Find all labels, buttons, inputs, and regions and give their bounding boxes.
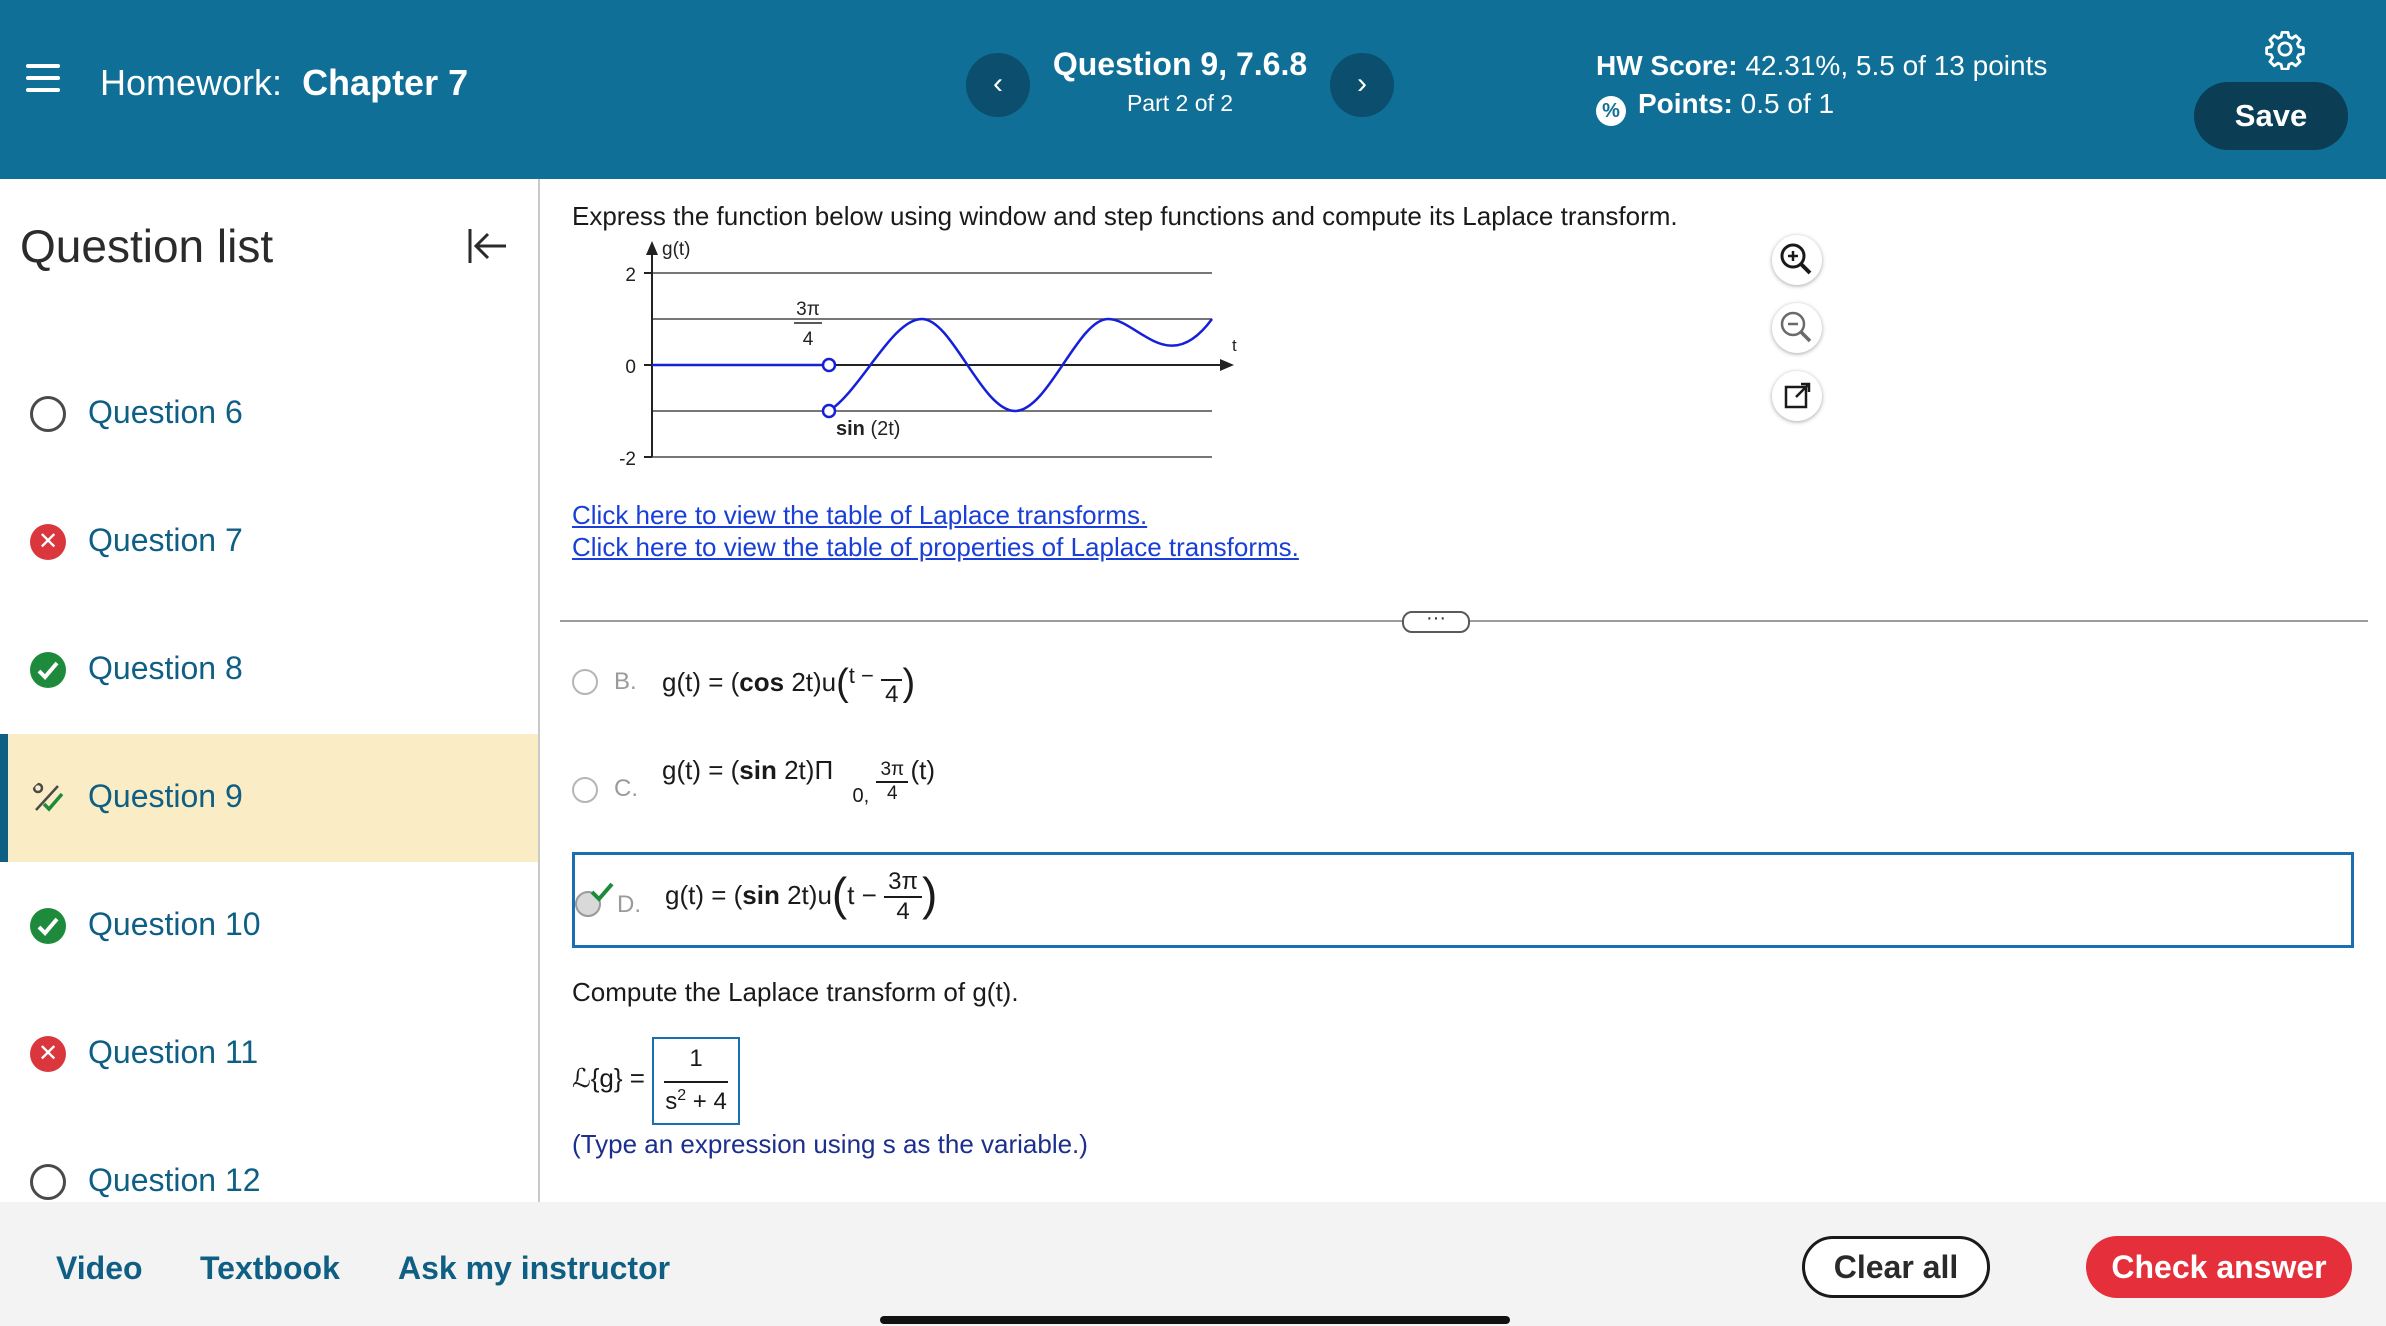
question-item-11[interactable]: ✕ Question 11	[0, 990, 538, 1118]
correct-icon	[30, 652, 66, 688]
collapse-panel-icon[interactable]	[462, 221, 512, 271]
question-item-10[interactable]: Question 10	[0, 862, 538, 990]
points-label: Points:	[1638, 88, 1733, 119]
question-label: Question 9	[88, 778, 243, 814]
laplace-label: ℒ{g} =	[572, 1063, 645, 1093]
answer-input[interactable]: 1 s2 + 4	[652, 1037, 740, 1125]
textbook-link[interactable]: Textbook	[200, 1250, 340, 1287]
hw-score: HW Score: 42.31%, 5.5 of 13 points	[1596, 50, 2047, 82]
question-item-6[interactable]: Question 6	[0, 350, 538, 478]
incorrect-icon: ✕	[30, 1036, 66, 1072]
zoom-in-icon[interactable]	[1772, 235, 1822, 285]
option-c[interactable]: C. g(t) = (sin 2t)Π 0, 3π 4 (t)	[572, 755, 2354, 835]
next-question-button[interactable]: ›	[1330, 53, 1394, 117]
open-new-window-icon[interactable]	[1772, 371, 1822, 421]
partial-credit-icon: %	[1596, 96, 1626, 126]
points: % Points: 0.5 of 1	[1596, 88, 1834, 126]
question-label: Question 6	[88, 394, 243, 430]
answer-denominator: s2 + 4	[665, 1087, 727, 1115]
question-item-7[interactable]: ✕ Question 7	[0, 478, 538, 606]
points-value: 0.5 of 1	[1740, 88, 1835, 119]
y-axis-label: g(t)	[662, 239, 691, 260]
radio-button[interactable]	[572, 669, 598, 695]
option-formula: g(t) = (cos 2t)u(t − 4)	[662, 659, 915, 709]
y-tick-neg2: -2	[619, 449, 636, 470]
question-label: Question 10	[88, 906, 261, 942]
not-attempted-icon	[30, 396, 66, 432]
question-label: Question 8	[88, 650, 243, 686]
video-link[interactable]: Video	[56, 1250, 143, 1287]
annotation-denominator: 4	[803, 329, 814, 350]
homework-name: Chapter 7	[302, 62, 469, 103]
answer-numerator: 1	[689, 1045, 703, 1072]
y-tick-2: 2	[625, 265, 636, 286]
question-label: Question 7	[88, 522, 243, 558]
question-label: Question 11	[88, 1034, 259, 1070]
correct-check-icon	[590, 882, 614, 902]
homework-label: Homework:	[100, 62, 283, 103]
question-item-12[interactable]: Question 12	[0, 1118, 538, 1202]
question-title: Question 9, 7.6.8	[1052, 46, 1308, 82]
correct-icon	[30, 908, 66, 944]
question-part: Part 2 of 2	[1126, 90, 1234, 116]
bottom-toolbar: Video Textbook Ask my instructor Clear a…	[0, 1202, 2386, 1326]
question-list-panel: Question list Question 6 ✕ Question 7 Qu…	[0, 179, 540, 1202]
x-axis-label: t	[1232, 336, 1237, 355]
question-content: Express the function below using window …	[540, 179, 2386, 1202]
home-indicator	[880, 1316, 1510, 1324]
question-label: Question 12	[88, 1162, 261, 1198]
save-button[interactable]: Save	[2194, 82, 2348, 150]
incorrect-icon: ✕	[30, 524, 66, 560]
input-hint: (Type an expression using s as the varia…	[572, 1129, 1088, 1159]
option-letter: C.	[614, 775, 638, 802]
not-attempted-icon	[30, 1164, 66, 1200]
menu-icon[interactable]	[26, 64, 60, 92]
laplace-properties-link[interactable]: Click here to view the table of properti…	[572, 532, 1299, 563]
laplace-table-link[interactable]: Click here to view the table of Laplace …	[572, 500, 1147, 531]
gear-icon[interactable]	[2264, 28, 2306, 70]
hw-score-value: 42.31%, 5.5 of 13 points	[1745, 50, 2048, 81]
top-bar: Homework: Chapter 7 ‹ Question 9, 7.6.8 …	[0, 0, 2386, 179]
hw-score-label: HW Score:	[1596, 50, 1738, 81]
option-letter: D.	[617, 891, 641, 918]
compute-prompt: Compute the Laplace transform of g(t).	[572, 977, 1019, 1007]
option-d[interactable]: D. g(t) = (sin 2t)u(t − 3π 4)	[572, 852, 2354, 948]
homework-title: Homework: Chapter 7	[100, 62, 468, 104]
option-formula: g(t) = (sin 2t)u(t − 3π 4)	[665, 868, 938, 926]
question-list-title: Question list	[20, 220, 274, 272]
option-formula: g(t) = (sin 2t)Π 0, 3π 4 (t)	[662, 755, 935, 807]
ask-instructor-link[interactable]: Ask my instructor	[398, 1250, 670, 1287]
question-item-9[interactable]: Question 9	[0, 734, 538, 862]
function-graph: 2 0 -2 g(t) t 3π 4 sin (2t)	[619, 239, 1237, 470]
option-letter: B.	[614, 668, 637, 695]
more-icon[interactable]: ···	[1402, 608, 1470, 633]
annotation-numerator: 3π	[796, 299, 820, 320]
radio-button[interactable]	[572, 777, 598, 803]
chevron-right-icon: ›	[1357, 67, 1367, 100]
question-item-8[interactable]: Question 8	[0, 606, 538, 734]
curve-label: sin (2t)	[836, 418, 900, 440]
chevron-left-icon: ‹	[993, 67, 1003, 100]
y-tick-0: 0	[625, 357, 636, 378]
clear-all-button[interactable]: Clear all	[1802, 1236, 1990, 1298]
check-answer-button[interactable]: Check answer	[2086, 1236, 2352, 1298]
zoom-out-icon[interactable]	[1772, 303, 1822, 353]
question-prompt: Express the function below using window …	[572, 201, 1678, 231]
partial-credit-icon	[32, 782, 64, 812]
option-b[interactable]: B. g(t) = (cos 2t)u(t − 4)	[572, 655, 2354, 715]
